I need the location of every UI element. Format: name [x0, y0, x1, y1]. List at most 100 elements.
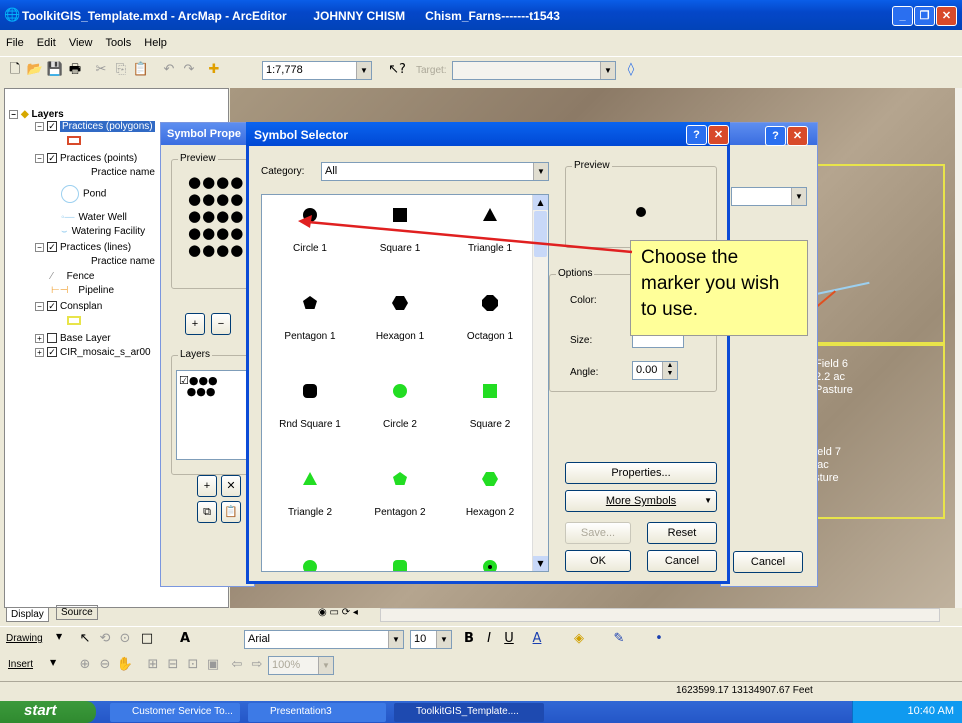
redo-icon[interactable]: ↷ [180, 61, 198, 79]
close-button[interactable]: ✕ [708, 125, 729, 145]
zoom-out-page-icon[interactable]: ⊖ [96, 656, 114, 674]
symbol-item-partial[interactable] [450, 553, 530, 571]
cancel-button[interactable]: Cancel [647, 550, 717, 572]
font-color-icon[interactable]: A [528, 630, 546, 648]
chevron-down-icon[interactable]: ▼ [50, 658, 56, 667]
chevron-down-icon[interactable]: ▼ [56, 632, 62, 641]
symbol-item-circle-2[interactable]: Circle 2 [360, 377, 440, 430]
menu-edit[interactable]: Edit [37, 37, 56, 49]
layers-list[interactable]: ☑●●● ●●● [176, 370, 248, 460]
fill-color-icon[interactable]: ◈ [570, 630, 588, 648]
fixed-zoom-in-icon[interactable]: ⊞ [144, 656, 162, 674]
toc-layer-practices-points[interactable]: − ✓ Practices (points) [35, 153, 137, 164]
previous-extent-icon[interactable]: ⇦ [228, 656, 246, 674]
cancel-button[interactable]: Cancel [733, 551, 803, 573]
target-combo[interactable]: ▼ [452, 61, 616, 80]
symbol-item-partial[interactable] [270, 553, 350, 571]
menu-view[interactable]: View [69, 37, 93, 49]
save-button[interactable]: Save... [565, 522, 631, 544]
task-customer-service[interactable]: Customer Service To... [110, 703, 240, 722]
add-symbol-layer-button[interactable]: + [197, 475, 217, 497]
map-horizontal-scrollbar[interactable] [380, 608, 940, 622]
print-icon[interactable]: 🖶 [66, 61, 84, 79]
spinner-arrows-icon[interactable]: ▲ ▼ [662, 362, 677, 379]
font-combo[interactable]: Arial ▼ [244, 630, 404, 649]
new-text-icon[interactable]: A [176, 630, 194, 648]
marker-color-icon[interactable]: • [650, 630, 668, 648]
select-elements-icon[interactable]: ↖ [76, 630, 94, 648]
insert-menu[interactable]: Insert [8, 659, 33, 670]
minimize-button[interactable]: _ [892, 6, 913, 26]
symbol-item-pentagon-1[interactable]: Pentagon 1 [270, 289, 350, 342]
editor-icon[interactable]: ◊ [622, 61, 640, 79]
toc-layer-practices-polygons[interactable]: − ✓ Practices (polygons) [35, 121, 155, 132]
drawing-menu[interactable]: Drawing [6, 633, 43, 644]
map-vertical-scrollbar[interactable] [955, 88, 962, 608]
whats-this-icon[interactable]: ↖? [388, 61, 406, 79]
start-button[interactable]: start [0, 701, 96, 723]
menu-help[interactable]: Help [144, 37, 167, 49]
bold-icon[interactable]: B [460, 630, 478, 648]
toc-layer-practices-lines[interactable]: − ✓ Practices (lines) [35, 242, 131, 253]
symbol-item-hexagon-1[interactable]: Hexagon 1 [360, 289, 440, 342]
chevron-down-icon[interactable]: ▼ [356, 62, 371, 79]
line-color-icon[interactable]: ✎ [610, 630, 628, 648]
paste-icon[interactable]: 📋 [132, 61, 150, 79]
menu-tools[interactable]: Tools [106, 37, 132, 49]
symbol-item-square-2[interactable]: Square 2 [450, 377, 530, 430]
symbol-item-partial[interactable] [360, 553, 440, 571]
layers-root[interactable]: − ◆ Layers [9, 109, 64, 120]
properties-button[interactable]: Properties... [565, 462, 717, 484]
toc-layer-consplan[interactable]: − ✓ Consplan [35, 301, 102, 312]
tab-source[interactable]: Source [56, 605, 98, 620]
chevron-down-icon[interactable]: ▼ [533, 163, 548, 180]
layer-dots-item[interactable]: ☑●●● ●●● [179, 375, 218, 397]
restore-button[interactable]: ❐ [914, 6, 935, 26]
full-extent-icon[interactable]: ⊡ [184, 656, 202, 674]
scale-combo[interactable]: 1:7,778 ▼ [262, 61, 372, 80]
zoom-combo[interactable]: 100% ▼ [268, 656, 334, 675]
open-folder-icon[interactable]: 📂 [26, 61, 44, 79]
angle-spinner[interactable]: 0.00 ▲ ▼ [632, 361, 678, 380]
undo-icon[interactable]: ↶ [160, 61, 178, 79]
symbol-item-hexagon-2[interactable]: Hexagon 2 [450, 465, 530, 518]
tab-display[interactable]: Display [6, 607, 49, 622]
zoom-whole-page-icon[interactable]: ⊙ [116, 630, 134, 648]
remove-layer-button[interactable]: − [211, 313, 231, 335]
toc-layer-cir-mosaic[interactable]: + ✓ CIR_mosaic_s_ar00 [35, 347, 151, 358]
rotate-icon[interactable]: ⟲ [96, 630, 114, 648]
actual-size-icon[interactable]: ▣ [204, 656, 222, 674]
add-data-icon[interactable]: ✚ [205, 61, 223, 79]
underline-icon[interactable]: U [500, 630, 518, 648]
help-button[interactable]: ? [765, 126, 786, 146]
copy-icon[interactable]: ⎘ [112, 61, 130, 79]
font-size-combo[interactable]: 10 ▼ [410, 630, 452, 649]
combo-field[interactable]: ▼ [731, 187, 807, 206]
toc-layer-base-layer[interactable]: + Base Layer [35, 333, 111, 344]
category-combo[interactable]: All ▼ [321, 162, 549, 181]
symbol-item-octagon-1[interactable]: Octagon 1 [450, 289, 530, 342]
zoom-in-page-icon[interactable]: ⊕ [76, 656, 94, 674]
paste-layer-button[interactable]: 📋 [221, 501, 241, 523]
more-symbols-button[interactable]: More Symbols ▼ [565, 490, 717, 512]
next-extent-icon[interactable]: ⇨ [248, 656, 266, 674]
fixed-zoom-out-icon[interactable]: ⊟ [164, 656, 182, 674]
delete-symbol-layer-button[interactable]: ✕ [221, 475, 241, 497]
close-button[interactable]: ✕ [936, 6, 957, 26]
italic-icon[interactable]: I [480, 630, 498, 648]
task-toolkitgis[interactable]: ToolkitGIS_Template.... [394, 703, 544, 722]
symbol-item-rnd-square-1[interactable]: Rnd Square 1 [270, 377, 350, 430]
new-document-icon[interactable]: 🗋 [6, 61, 24, 79]
task-presentation3[interactable]: Presentation3 [248, 703, 386, 722]
layout-view-icons[interactable]: ◉ ▭ ⟳ ◂ [318, 607, 358, 618]
add-layer-button[interactable]: + [185, 313, 205, 335]
pan-page-icon[interactable]: ✋ [116, 656, 134, 674]
help-button[interactable]: ? [686, 125, 707, 145]
symbol-item-pentagon-2[interactable]: Pentagon 2 [360, 465, 440, 518]
cut-icon[interactable]: ✂ [92, 61, 110, 79]
rectangle-icon[interactable]: □ [138, 630, 156, 648]
chevron-down-icon[interactable]: ▼ [600, 62, 615, 79]
ok-button[interactable]: OK [565, 550, 631, 572]
menu-file[interactable]: File [6, 37, 24, 49]
scroll-up-icon[interactable]: ▲ [533, 195, 548, 210]
